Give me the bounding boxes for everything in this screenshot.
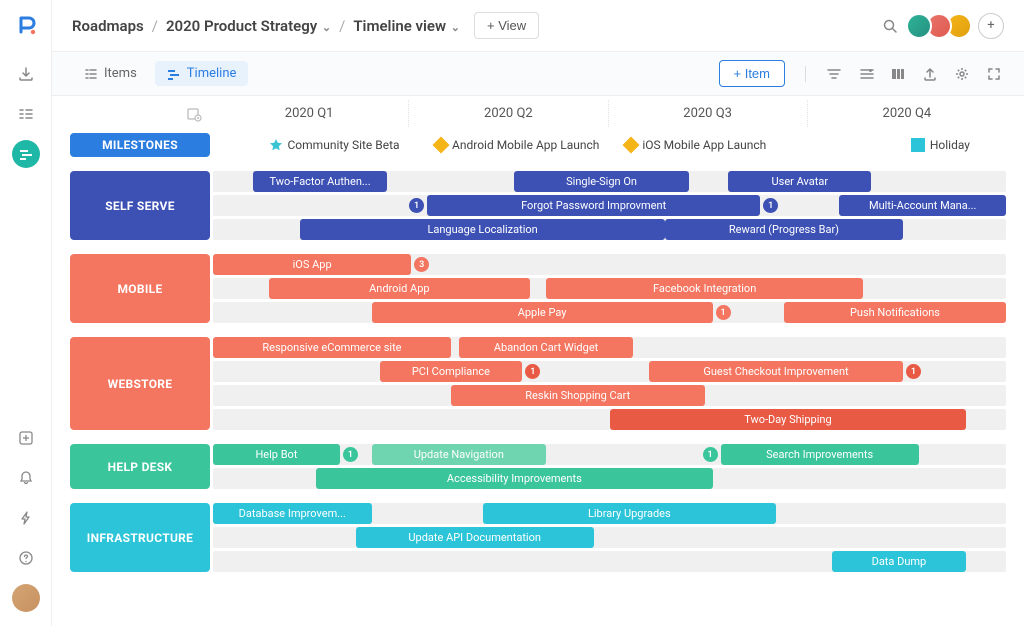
count-badge: 1 <box>763 198 778 213</box>
timeline-bar[interactable]: PCI Compliance <box>380 361 523 382</box>
timeline-bar[interactable]: Responsive eCommerce site <box>213 337 451 358</box>
timeline-bar[interactable]: Push Notifications <box>784 302 1006 323</box>
timeline-lane: iOS App3 <box>213 254 1006 275</box>
milestone-item[interactable]: Android Mobile App Launch <box>435 138 599 152</box>
timeline-bar[interactable]: Reskin Shopping Cart <box>451 385 705 406</box>
timeline-lane: Apple Pay1 Push Notifications <box>213 302 1006 323</box>
tab-timeline[interactable]: Timeline <box>155 61 249 86</box>
timeline-bar[interactable]: Reward (Progress Bar) <box>665 219 903 240</box>
timeline-bar[interactable]: Facebook Integration <box>546 278 863 299</box>
timeline-bar[interactable]: Database Improvem... <box>213 503 372 524</box>
user-avatar[interactable] <box>12 584 40 612</box>
timeline-bar[interactable]: Forgot Password Improvment <box>427 195 760 216</box>
list-icon <box>84 67 98 81</box>
count-badge: 1 <box>409 198 424 213</box>
group-label-webstore[interactable]: WEBSTORE <box>70 337 210 430</box>
quarter-header: 2020 Q2 <box>409 100 608 127</box>
gear-icon[interactable] <box>954 66 972 82</box>
timeline-bar[interactable]: Library Upgrades <box>483 503 776 524</box>
timeline-bar[interactable]: Single-Sign On <box>514 171 688 192</box>
milestone-item[interactable]: Community Site Beta <box>269 138 400 152</box>
count-badge: 1 <box>343 447 358 462</box>
timeline-header: 2020 Q1 2020 Q2 2020 Q3 2020 Q4 <box>70 100 1006 127</box>
timeline-bar[interactable]: Android App <box>269 278 531 299</box>
export-icon[interactable] <box>922 66 940 82</box>
nav-roadmap-icon[interactable] <box>12 140 40 168</box>
timeline-lane: Update API Documentation <box>213 527 1006 548</box>
count-badge: 1 <box>525 364 540 379</box>
timeline-lane: Two-Factor Authen... Single-Sign On User A… <box>213 171 1006 192</box>
timeline-bar[interactable]: Accessibility Improvements <box>316 468 713 489</box>
timeline-bar[interactable]: Guest Checkout Improvement <box>649 361 903 382</box>
nav-add-icon[interactable] <box>12 424 40 452</box>
count-badge: 1 <box>703 447 718 462</box>
count-badge: 1 <box>716 305 731 320</box>
timeline-lane: Android App Facebook Integration <box>213 278 1006 299</box>
timeline-bar[interactable]: Apple Pay <box>372 302 713 323</box>
breadcrumb-project[interactable]: 2020 Product Strategy ⌄ <box>166 17 331 35</box>
nav-bolt-icon[interactable] <box>12 504 40 532</box>
timeline-lane: PCI Compliance1Guest Checkout Improvemen… <box>213 361 1006 382</box>
nav-inbox-icon[interactable] <box>12 60 40 88</box>
add-collaborator-button[interactable]: + <box>978 13 1004 39</box>
topbar: Roadmaps / 2020 Product Strategy ⌄ / Tim… <box>52 0 1024 52</box>
timeline-bar[interactable]: Update API Documentation <box>356 527 594 548</box>
presence-avatar[interactable] <box>906 13 932 39</box>
timeline-bar[interactable]: Data Dump <box>832 551 967 572</box>
timeline-lane: Responsive eCommerce site Abandon Cart Wi… <box>213 337 1006 358</box>
count-badge: 1 <box>906 364 921 379</box>
timeline-lane: Two-Day Shipping <box>213 409 1006 430</box>
add-item-button[interactable]: + Item <box>719 60 786 87</box>
view-toolbar: Items Timeline + Item <box>52 52 1024 96</box>
quarter-header: 2020 Q3 <box>609 100 808 127</box>
group-label-infra[interactable]: INFRASTRUCTURE <box>70 503 210 572</box>
timeline-lane: Help Bot1Update NavigationSearch Improve… <box>213 444 1006 465</box>
search-icon[interactable] <box>882 18 898 34</box>
group-label-milestones[interactable]: MILESTONES <box>70 133 210 157</box>
timeline-bar[interactable]: Multi-Account Mana... <box>839 195 1006 216</box>
timeline-icon <box>167 67 181 81</box>
breadcrumb-root[interactable]: Roadmaps <box>72 17 144 35</box>
quarter-header: 2020 Q4 <box>808 100 1006 127</box>
tab-items[interactable]: Items <box>72 61 149 86</box>
app-logo <box>15 14 37 36</box>
presence-avatars: + <box>912 13 1004 39</box>
breadcrumb: Roadmaps / 2020 Product Strategy ⌄ / Tim… <box>72 17 460 35</box>
quarter-header: 2020 Q1 <box>210 100 409 127</box>
group-label-mobile[interactable]: MOBILE <box>70 254 210 323</box>
timeline-bar[interactable]: Help Bot <box>213 444 340 465</box>
group-label-selfserve[interactable]: SELF SERVE <box>70 171 210 240</box>
timeline-lane: Reskin Shopping Cart <box>213 385 1006 406</box>
timeline-bar[interactable]: Search Improvements <box>721 444 919 465</box>
app-sidebar <box>0 0 52 626</box>
timeline-bar[interactable]: Language Localization <box>300 219 665 240</box>
tag-icon[interactable] <box>858 66 876 82</box>
timeline-bar[interactable]: Two-Day Shipping <box>610 409 967 430</box>
expand-icon[interactable] <box>986 66 1004 82</box>
nav-tasks-icon[interactable] <box>12 100 40 128</box>
timeline-lane: Data Dump <box>213 551 1006 572</box>
timeline-bar[interactable]: Update Navigation <box>372 444 546 465</box>
timeline-bar[interactable]: Abandon Cart Widget <box>459 337 633 358</box>
calendar-gear-icon[interactable] <box>186 106 202 122</box>
timeline-bar[interactable]: Two-Factor Authen... <box>253 171 388 192</box>
timeline-bar[interactable]: iOS App <box>213 254 411 275</box>
nav-help-icon[interactable] <box>12 544 40 572</box>
columns-icon[interactable] <box>890 66 908 82</box>
group-label-helpdesk[interactable]: HELP DESK <box>70 444 210 489</box>
add-view-button[interactable]: + View <box>474 12 539 39</box>
timeline-lane: Database Improvem... Library Upgrades <box>213 503 1006 524</box>
milestone-item[interactable]: Holiday <box>911 138 970 152</box>
breadcrumb-view[interactable]: Timeline view ⌄ <box>353 17 460 35</box>
timeline-lane: Language LocalizationReward (Progress Ba… <box>213 219 1006 240</box>
timeline-bar[interactable]: User Avatar <box>728 171 871 192</box>
timeline-area: 2020 Q1 2020 Q2 2020 Q3 2020 Q4 MILESTON… <box>52 96 1024 626</box>
count-badge: 3 <box>414 257 429 272</box>
milestone-item[interactable]: iOS Mobile App Launch <box>625 138 766 152</box>
filter-icon[interactable] <box>826 66 844 82</box>
nav-bell-icon[interactable] <box>12 464 40 492</box>
timeline-lane: Forgot Password Improvment1 1 Multi-Accoun… <box>213 195 1006 216</box>
timeline-lane: Accessibility Improvements <box>213 468 1006 489</box>
